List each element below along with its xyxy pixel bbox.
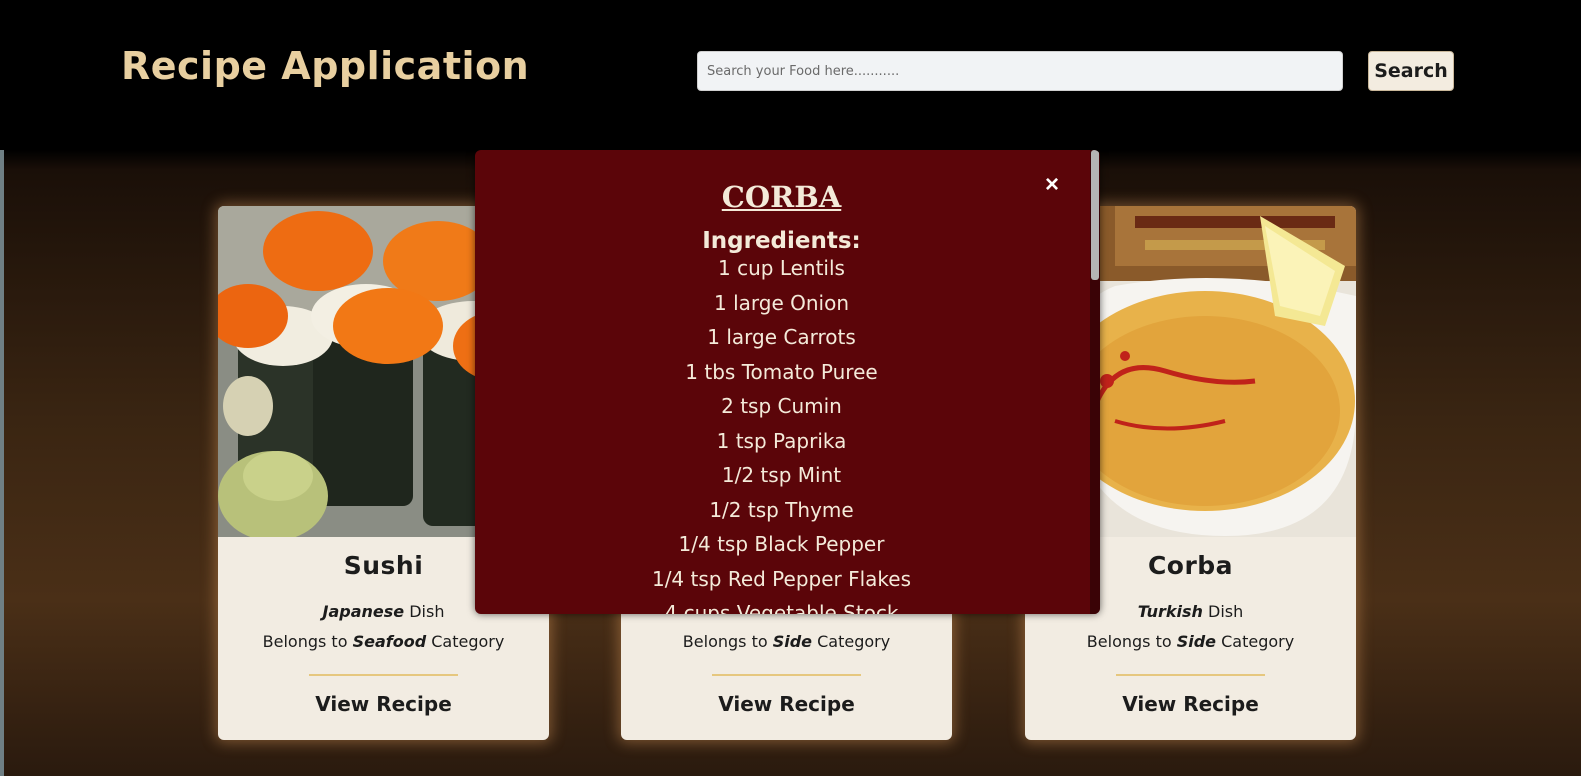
modal-scrollbar[interactable] bbox=[1090, 150, 1100, 614]
recipe-area: Japanese bbox=[322, 602, 405, 621]
ingredient-item: 1 tbs Tomato Puree bbox=[685, 359, 878, 384]
recipe-modal: CORBA × Ingredients: 1 cup Lentils 1 lar… bbox=[475, 150, 1100, 614]
ingredient-item: 1 cup Lentils bbox=[718, 256, 845, 280]
ingredients-heading: Ingredients: bbox=[702, 228, 861, 254]
category-prefix: Belongs to bbox=[1086, 632, 1177, 651]
ingredient-item: 1/2 tsp Thyme bbox=[709, 497, 854, 522]
category-suffix: Category bbox=[812, 632, 891, 651]
category-name: Side bbox=[1176, 632, 1217, 651]
card-divider bbox=[712, 674, 861, 676]
recipe-category: Belongs to Seafood Category bbox=[218, 632, 549, 651]
view-recipe-button[interactable]: View Recipe bbox=[263, 684, 504, 724]
ingredient-item: 4 cups Vegetable Stock bbox=[664, 601, 899, 614]
app-header: Recipe Application Search bbox=[0, 0, 1581, 150]
view-recipe-button[interactable]: View Recipe bbox=[1070, 684, 1311, 724]
ingredient-item: 2 tsp Cumin bbox=[721, 394, 842, 418]
category-name: Seafood bbox=[352, 632, 427, 651]
recipe-area: Turkish bbox=[1137, 602, 1203, 621]
ingredient-item: 1 tsp Paprika bbox=[716, 428, 847, 453]
modal-title: CORBA bbox=[721, 180, 842, 214]
search-input[interactable] bbox=[697, 51, 1343, 91]
search-button[interactable]: Search bbox=[1368, 51, 1454, 91]
ingredient-item: 1/2 tsp Mint bbox=[721, 463, 842, 487]
category-prefix: Belongs to bbox=[682, 632, 773, 651]
card-divider bbox=[309, 674, 458, 676]
category-prefix: Belongs to bbox=[262, 632, 353, 651]
scrollbar-thumb[interactable] bbox=[1091, 150, 1099, 280]
view-recipe-button[interactable]: View Recipe bbox=[666, 684, 907, 724]
recipe-category: Belongs to Side Category bbox=[1025, 632, 1356, 651]
recipe-dish-suffix: Dish bbox=[1202, 602, 1244, 621]
ingredient-item: 1/4 tsp Black Pepper bbox=[678, 532, 885, 556]
card-divider bbox=[1116, 674, 1265, 676]
recipe-category: Belongs to Side Category bbox=[621, 632, 952, 651]
ingredients-list: 1 cup Lentils 1 large Onion 1 large Carr… bbox=[475, 255, 1088, 614]
close-icon[interactable]: × bbox=[1041, 172, 1063, 198]
ingredient-item: 1 large Carrots bbox=[707, 325, 856, 349]
category-name: Side bbox=[772, 632, 813, 651]
category-suffix: Category bbox=[426, 632, 505, 651]
recipe-dish-suffix: Dish bbox=[404, 602, 445, 621]
ingredient-item: 1/4 tsp Red Pepper Flakes bbox=[651, 566, 912, 591]
category-suffix: Category bbox=[1216, 632, 1295, 651]
ingredient-item: 1 large Onion bbox=[713, 290, 849, 315]
app-title: Recipe Application bbox=[121, 44, 530, 88]
